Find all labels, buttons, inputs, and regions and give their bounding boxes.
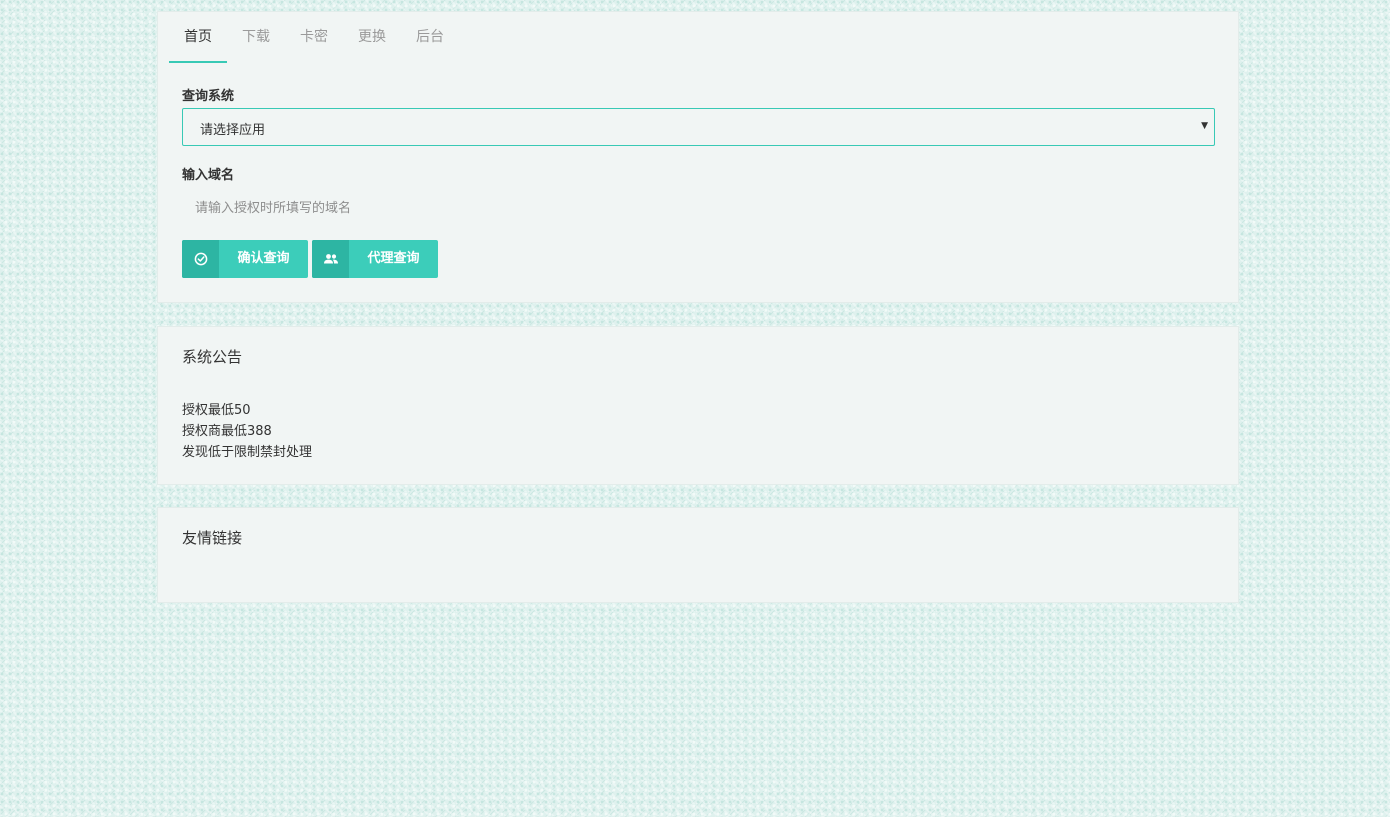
notice-card: 系统公告 授权最低50 授权商最低388 发现低于限制禁封处理 bbox=[157, 326, 1239, 485]
notice-title: 系统公告 bbox=[182, 348, 243, 366]
domain-label: 输入域名 bbox=[182, 168, 235, 183]
notice-line: 授权商最低388 bbox=[182, 424, 272, 439]
links-title: 友情链接 bbox=[182, 529, 243, 547]
query-card: 首页 下载 卡密 更换 后台 查询系统 请选择应用 ▼ 输入域名 确认查询 bbox=[157, 11, 1239, 303]
users-icon bbox=[312, 240, 349, 278]
domain-input[interactable] bbox=[182, 190, 1215, 226]
agent-query-label: 代理查询 bbox=[367, 251, 420, 266]
tab-card-key[interactable]: 卡密 bbox=[285, 12, 343, 63]
notice-line: 发现低于限制禁封处理 bbox=[182, 445, 313, 460]
query-system-label: 查询系统 bbox=[182, 89, 235, 104]
app-select[interactable]: 请选择应用 ▼ bbox=[182, 108, 1215, 146]
links-card: 友情链接 bbox=[157, 507, 1239, 603]
check-circle-icon bbox=[182, 240, 219, 278]
tab-replace[interactable]: 更换 bbox=[343, 12, 401, 63]
tab-admin[interactable]: 后台 bbox=[401, 12, 459, 63]
nav-tabs: 首页 下载 卡密 更换 后台 bbox=[169, 12, 459, 63]
caret-down-icon: ▼ bbox=[1201, 121, 1208, 131]
notice-content: 授权最低50 授权商最低388 发现低于限制禁封处理 bbox=[182, 400, 312, 463]
tab-download[interactable]: 下载 bbox=[227, 12, 285, 63]
agent-query-button[interactable]: 代理查询 bbox=[312, 240, 438, 278]
app-select-value: 请选择应用 bbox=[200, 123, 266, 138]
tab-home[interactable]: 首页 bbox=[169, 12, 227, 63]
confirm-query-label: 确认查询 bbox=[237, 251, 290, 266]
confirm-query-button[interactable]: 确认查询 bbox=[182, 240, 308, 278]
notice-line: 授权最低50 bbox=[182, 403, 251, 418]
